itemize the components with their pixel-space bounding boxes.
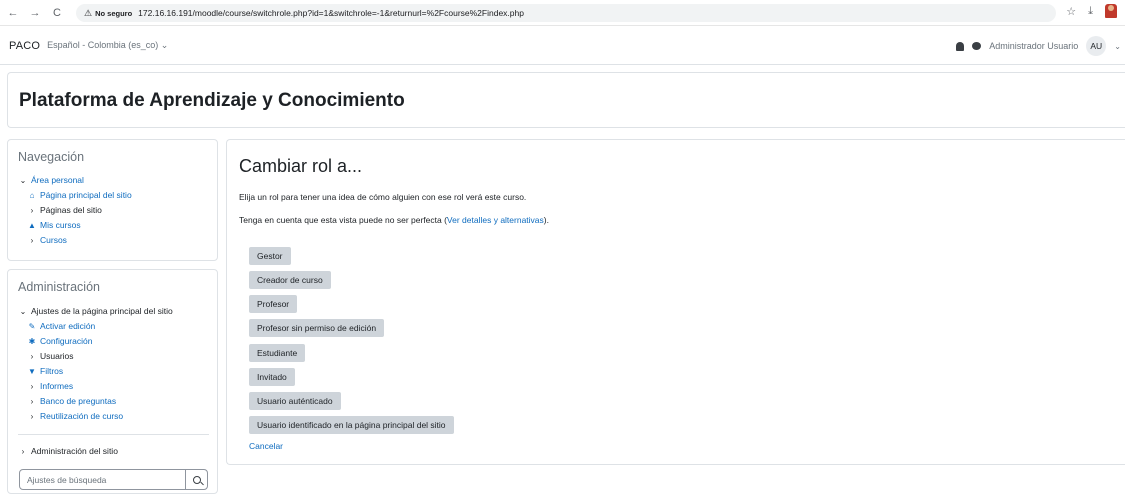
nav-item-site-pages[interactable]: › Páginas del sitio bbox=[27, 205, 102, 215]
admin-item-label: Filtros bbox=[40, 366, 64, 376]
user-avatar[interactable]: AU bbox=[1086, 36, 1107, 56]
chevron-down-icon: ⌄ bbox=[19, 175, 27, 185]
url-text[interactable]: 172.16.16.191/moodle/course/switchrole.p… bbox=[138, 8, 524, 18]
nav-item-my-courses[interactable]: ▲ Mis cursos bbox=[27, 220, 81, 230]
nav-item-label: Mis cursos bbox=[40, 220, 81, 230]
settings-search-input[interactable] bbox=[20, 470, 185, 489]
admin-item-label: Administración del sitio bbox=[31, 446, 118, 456]
role-button-gestor[interactable]: Gestor bbox=[249, 247, 291, 265]
settings-search bbox=[19, 469, 208, 490]
nav-item-label: Cursos bbox=[40, 235, 67, 245]
language-menu[interactable]: Español - Colombia (es_co) ⌄ bbox=[47, 40, 168, 51]
admin-item-label: Configuración bbox=[40, 336, 93, 346]
administration-block: Administración ⌄ Ajustes de la página pr… bbox=[7, 269, 218, 494]
navigation-block-title: Navegación bbox=[18, 150, 85, 164]
admin-item-users[interactable]: › Usuarios bbox=[27, 351, 74, 361]
admin-item-label: Banco de preguntas bbox=[40, 396, 117, 406]
admin-item-edit[interactable]: ✎ Activar edición bbox=[27, 321, 96, 331]
page-title: Plataforma de Aprendizaje y Conocimiento bbox=[19, 90, 405, 111]
pencil-icon: ✎ bbox=[28, 321, 36, 331]
role-button-profesor-sin-edicion[interactable]: Profesor sin permiso de edición bbox=[249, 319, 385, 337]
role-button-invitado[interactable]: Invitado bbox=[249, 368, 295, 386]
note-prefix: Tenga en cuenta que esta vista puede no … bbox=[239, 215, 447, 225]
browser-actions: ☆ ⤓ bbox=[1066, 4, 1117, 18]
role-button-creador-de-curso[interactable]: Creador de curso bbox=[249, 271, 331, 289]
nav-item-label: Página principal del sitio bbox=[40, 190, 132, 200]
chevron-right-icon: › bbox=[30, 351, 34, 361]
intro-text: Elija un rol para tener una idea de cómo… bbox=[239, 192, 527, 202]
chevron-right-icon: › bbox=[21, 446, 25, 456]
navbar-user-area: Administrador Usuario AU ⌄ bbox=[956, 27, 1121, 65]
user-menu-chevron-icon[interactable]: ⌄ bbox=[1114, 42, 1121, 51]
admin-item-label: Usuarios bbox=[40, 351, 74, 361]
nav-item-home[interactable]: ⌂ Página principal del sitio bbox=[27, 190, 132, 200]
site-brand[interactable]: PACO bbox=[9, 40, 40, 52]
search-button[interactable] bbox=[185, 470, 207, 489]
nav-item-label: Páginas del sitio bbox=[40, 205, 102, 215]
navigation-block: Navegación ⌄ Área personal ⌂ Página prin… bbox=[7, 139, 218, 261]
chevron-right-icon: › bbox=[30, 411, 34, 421]
security-label[interactable]: No seguro bbox=[95, 9, 132, 18]
admin-item-reports[interactable]: › Informes bbox=[27, 381, 73, 391]
nav-item-courses[interactable]: › Cursos bbox=[27, 235, 67, 245]
browser-toolbar: ← → C ⚠ No seguro 172.16.16.191/moodle/c… bbox=[0, 0, 1125, 26]
home-icon: ⌂ bbox=[29, 190, 35, 200]
notifications-bell-icon[interactable] bbox=[956, 41, 965, 51]
role-button-profesor[interactable]: Profesor bbox=[249, 295, 298, 313]
chevron-down-icon: ⌄ bbox=[19, 306, 27, 316]
browser-profile-icon[interactable] bbox=[1105, 4, 1117, 18]
admin-item-settings[interactable]: ✱ Configuración bbox=[27, 336, 93, 346]
chevron-right-icon: › bbox=[30, 381, 34, 391]
gear-icon: ✱ bbox=[28, 336, 36, 346]
site-navbar: PACO Español - Colombia (es_co) ⌄ Admini… bbox=[0, 27, 1125, 65]
nav-item-label: Área personal bbox=[31, 175, 84, 185]
admin-item-label: Reutilización de curso bbox=[40, 411, 124, 421]
chevron-right-icon: › bbox=[30, 205, 34, 215]
role-button-usuario-autenticado[interactable]: Usuario auténticado bbox=[249, 392, 341, 410]
block-divider bbox=[18, 434, 209, 435]
messages-chat-icon[interactable] bbox=[972, 42, 982, 50]
admin-section-front-page[interactable]: ⌄ Ajustes de la página principal del sit… bbox=[18, 306, 173, 316]
chevron-right-icon: › bbox=[30, 396, 34, 406]
chevron-right-icon: › bbox=[30, 235, 34, 245]
nav-item-area-personal[interactable]: ⌄ Área personal bbox=[18, 175, 84, 185]
details-link[interactable]: Ver detalles y alternativas bbox=[447, 215, 544, 225]
graduation-cap-icon: ▲ bbox=[28, 220, 36, 230]
role-button-estudiante[interactable]: Estudiante bbox=[249, 344, 306, 362]
admin-item-question-bank[interactable]: › Banco de preguntas bbox=[27, 396, 116, 406]
administration-block-title: Administración bbox=[18, 280, 100, 294]
note-suffix: ). bbox=[543, 215, 549, 225]
forward-icon[interactable]: → bbox=[26, 4, 44, 22]
filter-icon: ▼ bbox=[28, 366, 36, 376]
admin-section-label: Ajustes de la página principal del sitio bbox=[31, 306, 173, 316]
admin-item-course-reuse[interactable]: › Reutilización de curso bbox=[27, 411, 124, 421]
admin-item-label: Informes bbox=[40, 381, 74, 391]
cancel-link[interactable]: Cancelar bbox=[249, 441, 283, 451]
main-region: Cambiar rol a... Elija un rol para tener… bbox=[226, 139, 1125, 465]
admin-item-label: Activar edición bbox=[40, 321, 96, 331]
search-icon bbox=[192, 475, 201, 484]
user-name[interactable]: Administrador Usuario bbox=[989, 41, 1078, 51]
back-icon[interactable]: ← bbox=[4, 4, 22, 22]
main-title: Cambiar rol a... bbox=[239, 156, 363, 176]
role-button-usuario-pagina-principal[interactable]: Usuario identificado en la página princi… bbox=[249, 416, 454, 434]
page-header: Plataforma de Aprendizaje y Conocimiento bbox=[7, 72, 1125, 128]
admin-item-filters[interactable]: ▼ Filtros bbox=[27, 366, 63, 376]
note-text: Tenga en cuenta que esta vista puede no … bbox=[239, 215, 549, 225]
address-bar[interactable]: ⚠ No seguro 172.16.16.191/moodle/course/… bbox=[76, 4, 1056, 22]
reload-icon[interactable]: C bbox=[48, 4, 66, 22]
download-icon[interactable]: ⤓ bbox=[1088, 5, 1093, 18]
admin-item-site-administration[interactable]: › Administración del sitio bbox=[18, 446, 118, 456]
bookmark-star-icon[interactable]: ☆ bbox=[1066, 5, 1076, 18]
warning-icon: ⚠ bbox=[84, 7, 93, 18]
